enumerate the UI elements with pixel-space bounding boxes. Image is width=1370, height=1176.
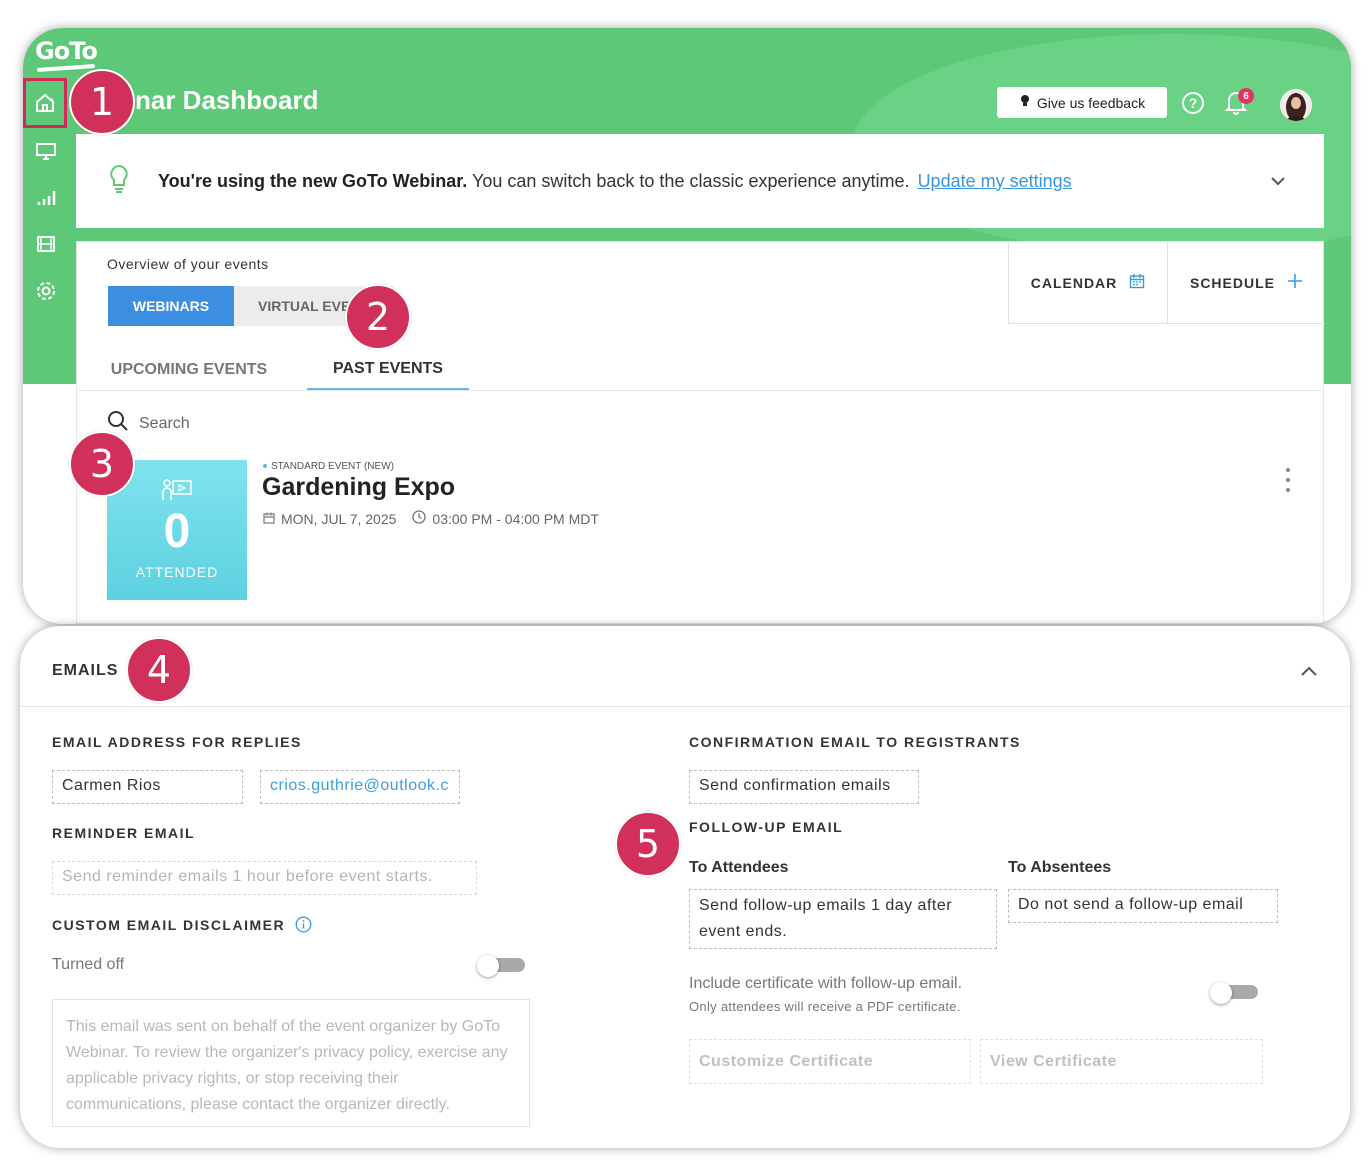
reminder-email-label: REMINDER EMAIL (52, 825, 196, 841)
event-type-text: STANDARD EVENT (NEW) (271, 461, 394, 472)
chevron-up-icon[interactable] (1300, 664, 1318, 682)
attendees-followup-field[interactable]: Send follow-up emails 1 day after event … (689, 889, 997, 949)
attendees-followup-line1: Send follow-up emails 1 day after (699, 897, 953, 914)
calendar-button[interactable]: CALENDAR (1008, 242, 1167, 324)
search-placeholder: Search (139, 414, 190, 432)
disclaimer-toggle[interactable] (477, 955, 527, 977)
event-type-dot (263, 464, 267, 469)
lightbulb-outline-icon (108, 164, 130, 199)
goto-logo[interactable]: GoTo (35, 37, 98, 65)
schedule-button[interactable]: SCHEDULE (1167, 242, 1325, 324)
tab-past-events[interactable]: PAST EVENTS (307, 350, 469, 390)
calendar-label: CALENDAR (1030, 274, 1118, 291)
update-settings-link[interactable]: Update my settings (918, 171, 1072, 192)
followup-email-label: FOLLOW-UP EMAIL (689, 819, 844, 835)
to-attendees-label: To Attendees (689, 859, 789, 876)
svg-text:?: ? (1189, 95, 1198, 111)
banner-text: You can switch back to the classic exper… (467, 170, 910, 191)
event-title[interactable]: Gardening Expo (262, 473, 455, 502)
new-experience-banner: You're using the new GoTo Webinar. You c… (76, 134, 1324, 228)
reminder-email-field[interactable]: Send reminder emails 1 hour before event… (52, 861, 477, 895)
confirmation-email-label: CONFIRMATION EMAIL TO REGISTRANTS (689, 734, 1021, 750)
settings-gear-icon[interactable] (35, 280, 57, 302)
banner-bold-text: You're using the new GoTo Webinar. (158, 170, 468, 191)
reply-address-label: EMAIL ADDRESS FOR REPLIES (52, 734, 302, 750)
home-icon[interactable] (35, 92, 57, 114)
tabs-divider (77, 390, 1323, 391)
presenter-icon (161, 478, 193, 507)
page-title: nar Dashboard (135, 85, 319, 115)
certificate-toggle[interactable] (1210, 982, 1260, 1004)
callout-1: 1 (69, 69, 135, 135)
lightbulb-icon (1019, 94, 1031, 111)
disclaimer-state: Turned off (52, 956, 125, 973)
absentees-followup-field[interactable]: Do not send a follow-up email (1008, 889, 1278, 923)
attended-count: 0 (163, 505, 191, 558)
notifications-button[interactable]: 6 (1224, 88, 1254, 116)
calendar-icon (1129, 273, 1145, 292)
certificate-label: Include certificate with follow-up email… (689, 975, 963, 992)
calendar-small-icon (263, 511, 275, 527)
emails-panel: EMAILS EMAIL ADDRESS FOR REPLIES Carmen … (20, 626, 1350, 1148)
attended-label: ATTENDED (135, 564, 219, 580)
event-time: 03:00 PM - 04:00 PM MDT (432, 510, 599, 527)
callout-5: 5 (615, 811, 681, 877)
view-certificate-button[interactable]: View Certificate (980, 1039, 1263, 1084)
clock-icon (412, 510, 427, 527)
emails-header[interactable]: EMAILS (52, 662, 118, 680)
reply-email-field[interactable]: crios.guthrie@outlook.c (260, 770, 460, 804)
attendees-followup-line2: event ends. (699, 923, 788, 940)
header-divider (20, 706, 1350, 707)
schedule-label: SCHEDULE (1189, 274, 1275, 291)
confirmation-email-field[interactable]: Send confirmation emails (689, 770, 919, 804)
overview-label: Overview of your events (107, 256, 269, 272)
help-icon[interactable]: ? (1181, 91, 1205, 115)
avatar[interactable] (1280, 89, 1312, 121)
tab-upcoming-events[interactable]: UPCOMING EVENTS (107, 350, 271, 390)
certificate-note: Only attendees will receive a PDF certif… (689, 999, 961, 1014)
event-type-label: STANDARD EVENT (NEW) (263, 461, 394, 472)
callout-4: 4 (126, 637, 192, 703)
segment-webinars[interactable]: WEBINARS (108, 286, 234, 326)
disclaimer-textarea[interactable]: This email was sent on behalf of the eve… (52, 999, 530, 1127)
info-icon[interactable] (295, 916, 312, 936)
custom-disclaimer-text: CUSTOM EMAIL DISCLAIMER (52, 917, 286, 933)
dashboard-panel: GoTo nar Dashboard Give us feedback ? 6 (23, 28, 1351, 624)
to-absentees-label: To Absentees (1008, 859, 1112, 876)
callout-3: 3 (69, 431, 135, 497)
event-date: MON, JUL 7, 2025 (281, 510, 397, 527)
customize-certificate-button[interactable]: Customize Certificate (689, 1039, 971, 1084)
notification-badge: 6 (1238, 88, 1254, 104)
callout-2: 2 (345, 284, 411, 350)
more-options-icon[interactable] (1282, 468, 1294, 492)
plus-icon (1287, 273, 1303, 292)
search-field[interactable]: Search (107, 410, 190, 437)
analytics-icon[interactable] (35, 186, 57, 208)
events-overview-card: Overview of your events WEBINARS VIRTUAL… (76, 241, 1325, 624)
custom-disclaimer-label: CUSTOM EMAIL DISCLAIMER (52, 916, 312, 936)
event-meta: MON, JUL 7, 2025 03:00 PM - 04:00 PM MDT (263, 510, 599, 527)
give-feedback-button[interactable]: Give us feedback (997, 87, 1167, 118)
reply-name-field[interactable]: Carmen Rios (52, 770, 243, 804)
recordings-icon[interactable] (35, 233, 57, 255)
chevron-down-icon[interactable] (1270, 170, 1286, 191)
monitor-icon[interactable] (35, 140, 57, 162)
feedback-label: Give us feedback (1036, 94, 1146, 111)
